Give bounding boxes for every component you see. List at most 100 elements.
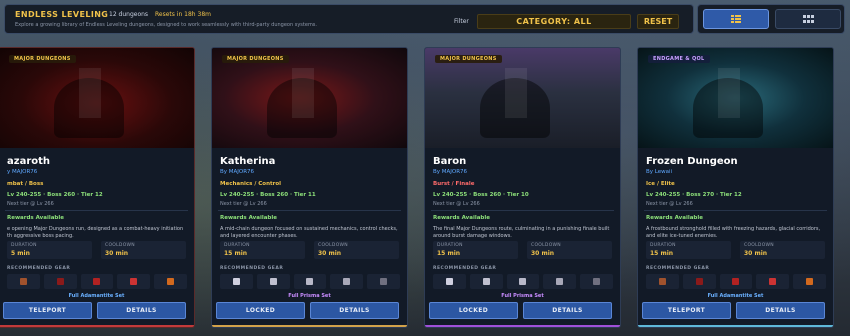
cooldown-box: COOLDOWN 30 min — [101, 241, 186, 259]
gear-item-icon — [306, 278, 314, 285]
gear-slot[interactable] — [506, 274, 540, 289]
gear-item-icon — [130, 278, 138, 285]
gear-item-icon — [695, 278, 703, 285]
gear-row — [7, 274, 187, 289]
reset-timer: Resets in 18h 38m — [155, 11, 211, 18]
dungeon-author: y MAJOR76 — [7, 169, 38, 175]
gear-item-icon — [167, 278, 175, 285]
cooldown-label: COOLDOWN — [318, 243, 348, 248]
dungeon-name: Baron — [433, 156, 467, 167]
gear-item-icon — [343, 278, 351, 285]
duration-box: DURATION 5 min — [7, 241, 92, 259]
dungeon-card[interactable]: MAJOR DUNGEONS Katherina By MAJOR76 Mech… — [211, 47, 408, 328]
gear-item-icon — [593, 278, 601, 285]
cooldown-value: 30 min — [105, 250, 129, 257]
gear-item-icon — [806, 278, 814, 285]
gear-item-icon — [519, 278, 527, 285]
list-view-button[interactable] — [703, 9, 769, 29]
gear-slot[interactable] — [756, 274, 790, 289]
divider — [218, 210, 401, 211]
category-filter-select[interactable]: CATEGORY: ALL — [477, 14, 631, 29]
gear-slot[interactable] — [43, 274, 77, 289]
dungeon-tags: Burst / Finale — [433, 181, 475, 187]
primary-action-button[interactable]: TELEPORT — [3, 302, 92, 319]
gear-slot[interactable] — [154, 274, 187, 289]
divider — [644, 210, 827, 211]
duration-label: DURATION — [11, 243, 37, 248]
duration-box: DURATION 15 min — [433, 241, 518, 259]
dungeon-card[interactable]: MAJOR DUNGEONS azaroth y MAJOR76 mbat / … — [0, 47, 195, 328]
next-tier: Next tier @ Lv 266 — [433, 201, 480, 207]
reset-button[interactable]: RESET — [637, 14, 679, 29]
cooldown-value: 30 min — [744, 250, 768, 257]
rewards-available: Rewards Available — [646, 215, 703, 221]
dungeon-card[interactable]: ENDGAME & QOL Frozen Dungeon By Lewaii I… — [637, 47, 834, 328]
gear-slot[interactable] — [580, 274, 613, 289]
gear-item-icon — [380, 278, 388, 285]
gear-slot[interactable] — [793, 274, 826, 289]
dungeon-description: e opening Major Dungeons run, designed a… — [7, 226, 184, 239]
dungeon-description: A mid-chain dungeon focused on sustained… — [220, 226, 398, 239]
cooldown-label: COOLDOWN — [105, 243, 135, 248]
duration-label: DURATION — [437, 243, 463, 248]
rewards-available: Rewards Available — [220, 215, 277, 221]
gear-slot[interactable] — [7, 274, 40, 289]
primary-action-button[interactable]: LOCKED — [429, 302, 518, 319]
accent-bar — [212, 325, 407, 327]
gear-row — [220, 274, 400, 289]
gear-set-name: Full Prisma Set — [501, 293, 544, 299]
gear-slot[interactable] — [719, 274, 753, 289]
gear-slot[interactable] — [367, 274, 400, 289]
grid-view-button[interactable] — [775, 9, 841, 29]
rewards-available: Rewards Available — [433, 215, 490, 221]
header-bar: ENDLESS LEVELING 12 dungeons Resets in 1… — [4, 4, 694, 34]
view-toggle — [697, 4, 845, 34]
primary-action-button[interactable]: LOCKED — [216, 302, 305, 319]
gear-item-icon — [232, 278, 240, 285]
gear-slot[interactable] — [256, 274, 290, 289]
details-button[interactable]: DETAILS — [310, 302, 399, 319]
dungeon-tags: Ice / Elite — [646, 181, 675, 187]
cooldown-label: COOLDOWN — [531, 243, 561, 248]
category-badge: MAJOR DUNGEONS — [435, 55, 502, 63]
gear-slot[interactable] — [543, 274, 577, 289]
duration-value: 5 min — [11, 250, 30, 257]
details-button[interactable]: DETAILS — [97, 302, 186, 319]
cooldown-value: 30 min — [531, 250, 555, 257]
gear-item-icon — [19, 278, 27, 285]
cooldown-box: COOLDOWN 30 min — [527, 241, 612, 259]
gear-slot[interactable] — [117, 274, 151, 289]
gear-slot[interactable] — [80, 274, 114, 289]
dungeon-name: Frozen Dungeon — [646, 156, 738, 167]
dungeon-stats: Lv 240-255 · Boss 260 · Tier 11 — [220, 192, 316, 198]
gear-slot[interactable] — [682, 274, 716, 289]
gear-slot[interactable] — [293, 274, 327, 289]
recommended-gear-label: RECOMMENDED GEAR — [646, 266, 710, 271]
category-badge: MAJOR DUNGEONS — [222, 55, 289, 63]
gear-set-name: Full Adamantite Set — [68, 293, 125, 299]
dungeon-author: By MAJOR76 — [433, 169, 468, 175]
dungeon-card[interactable]: MAJOR DUNGEONS Baron By MAJOR76 Burst / … — [424, 47, 621, 328]
gear-slot[interactable] — [433, 274, 466, 289]
duration-value: 15 min — [437, 250, 461, 257]
dungeon-image: MAJOR DUNGEONS — [425, 48, 620, 148]
gear-slot[interactable] — [330, 274, 364, 289]
next-tier: Next tier @ Lv 266 — [220, 201, 267, 207]
gear-item-icon — [732, 278, 740, 285]
details-button[interactable]: DETAILS — [523, 302, 612, 319]
gear-slot[interactable] — [646, 274, 679, 289]
list-icon — [731, 15, 741, 23]
duration-value: 15 min — [650, 250, 674, 257]
duration-value: 15 min — [224, 250, 248, 257]
dungeon-stats: Lv 240-255 · Boss 260 · Tier 10 — [433, 192, 529, 198]
accent-bar — [425, 325, 620, 327]
gear-slot[interactable] — [469, 274, 503, 289]
recommended-gear-label: RECOMMENDED GEAR — [220, 266, 284, 271]
gear-item-icon — [769, 278, 777, 285]
primary-action-button[interactable]: TELEPORT — [642, 302, 731, 319]
gear-slot[interactable] — [220, 274, 253, 289]
details-button[interactable]: DETAILS — [736, 302, 825, 319]
dungeon-tags: Mechanics / Control — [220, 181, 281, 187]
accent-bar — [0, 325, 194, 327]
duration-label: DURATION — [650, 243, 676, 248]
